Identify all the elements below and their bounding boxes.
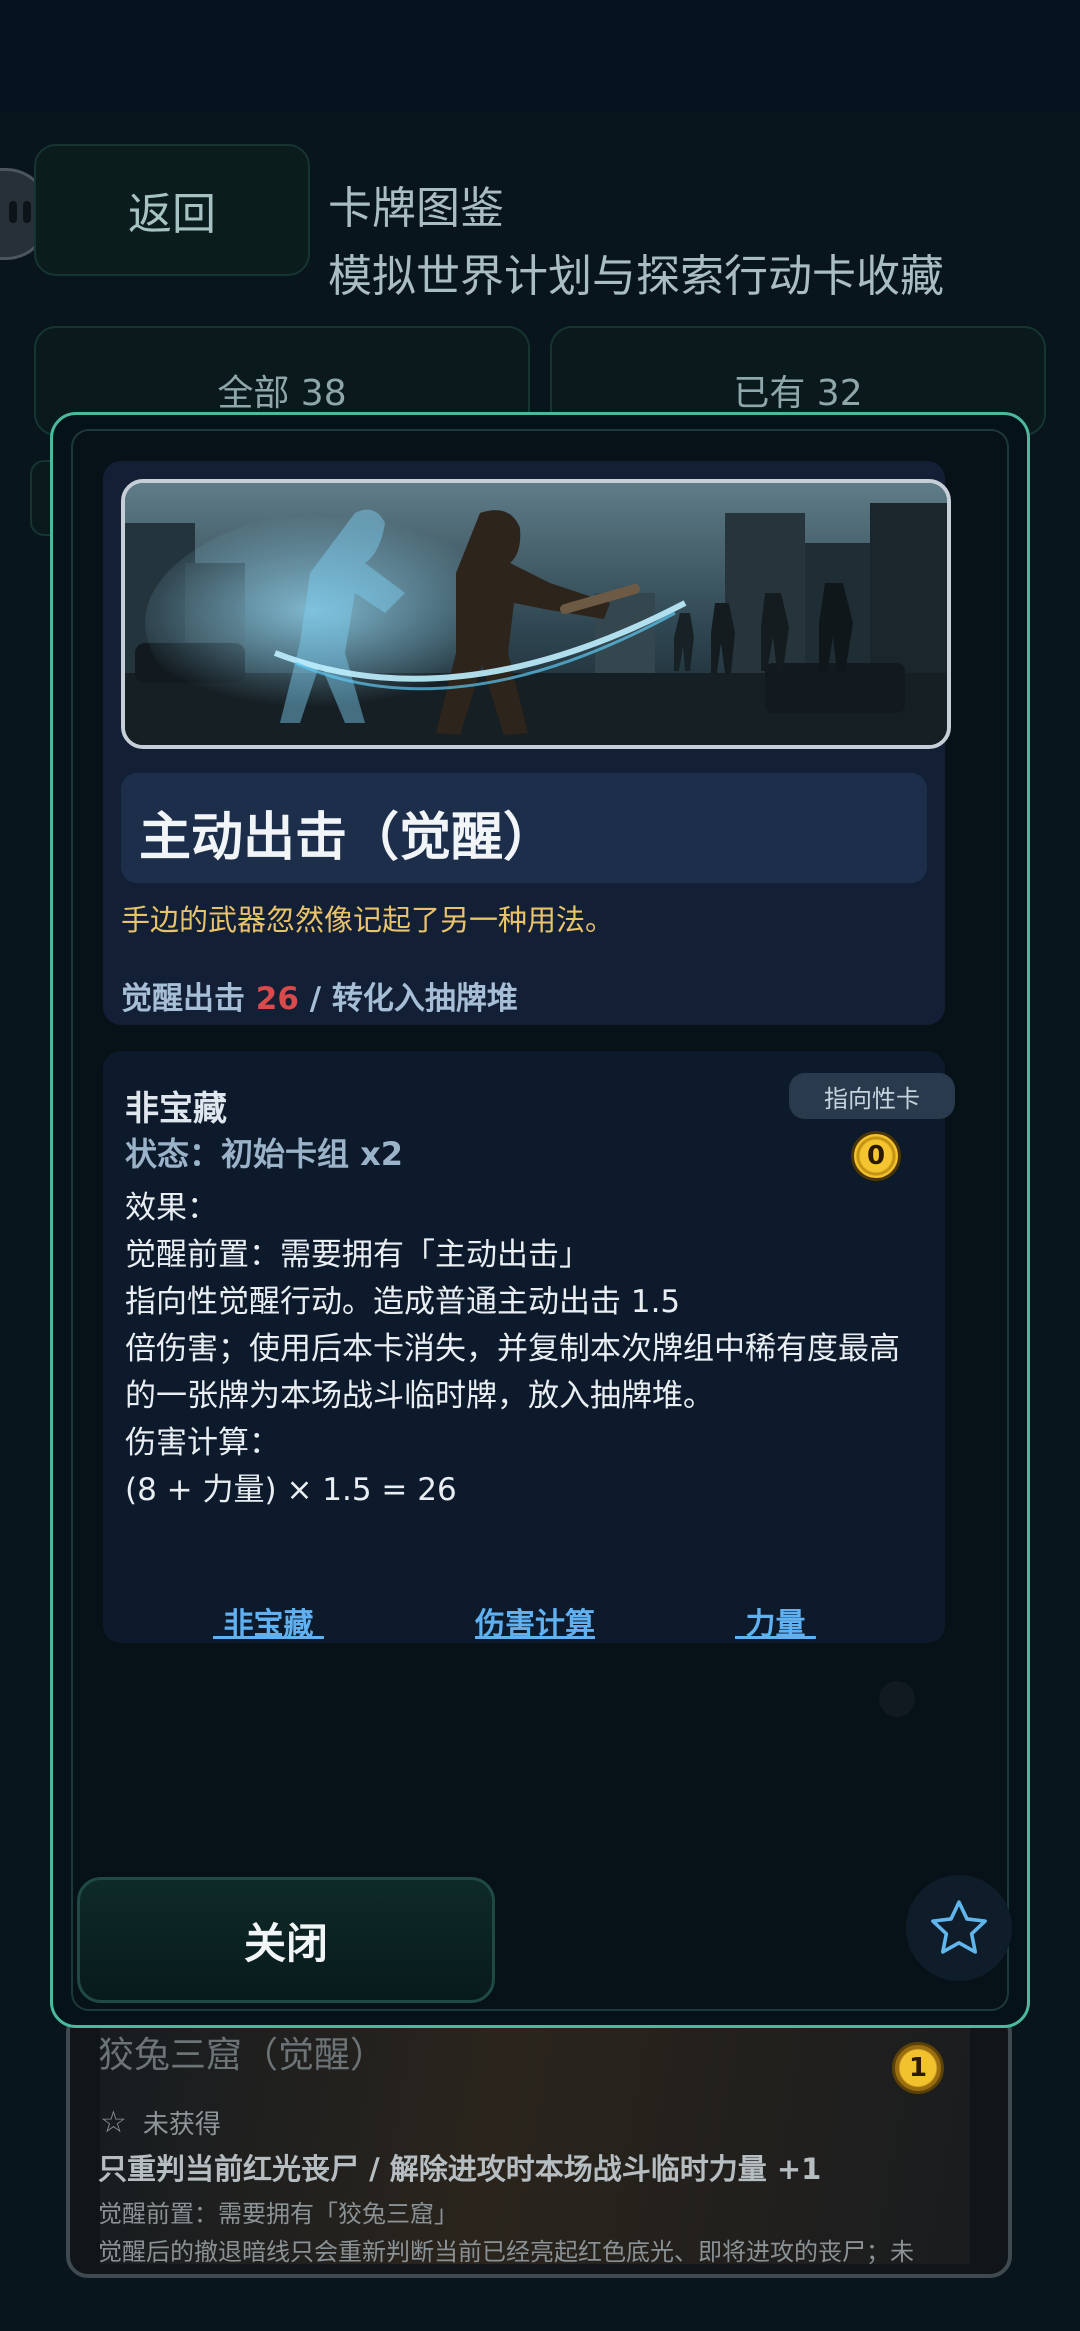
- card-name-bar: 主动出击（觉醒）: [121, 773, 927, 883]
- faded-coin: [879, 1681, 915, 1717]
- card-detail-modal: 主动出击（觉醒） 手边的武器忽然像记起了另一种用法。 觉醒出击 26 / 转化入…: [50, 412, 1030, 2028]
- card-summary: 觉醒出击 26 / 转化入抽牌堆: [121, 973, 518, 1018]
- effect-line: (8 + 力量) × 1.5 = 26: [125, 1472, 457, 1508]
- keyword-links: 非宝藏 伤害计算 力量: [103, 1599, 945, 1642]
- status-bar-area: [0, 0, 1080, 112]
- summary-suffix: / 转化入抽牌堆: [309, 981, 518, 1017]
- favorite-button[interactable]: [906, 1875, 1012, 1981]
- background-card-status: ☆ 未获得: [100, 2104, 221, 2141]
- page-subtitle: 模拟世界计划与探索行动卡收藏: [328, 251, 944, 302]
- card-name: 主动出击（觉醒）: [139, 808, 556, 868]
- card-effect-text: 效果： 觉醒前置：需要拥有「主动出击」 指向性觉醒行动。造成普通主动出击 1.5…: [125, 1185, 945, 1514]
- background-card-description: 觉醒后的撤退暗线只会重新判断当前已经亮起红色底光、即将进攻的丧尸；未: [98, 2238, 914, 2266]
- star-outline-icon: [931, 1900, 987, 1954]
- card-flavor-text: 手边的武器忽然像记起了另一种用法。: [121, 903, 615, 937]
- card-illustration: [121, 479, 951, 749]
- star-outline-icon: ☆: [100, 2105, 127, 2140]
- card-rarity: 非宝藏: [125, 1089, 227, 1129]
- background-card-status-label: 未获得: [142, 2110, 221, 2140]
- card-panel: 主动出击（觉醒） 手边的武器忽然像记起了另一种用法。 觉醒出击 26 / 转化入…: [103, 461, 951, 1025]
- background-card-effect: 只重判当前红光丧尸 / 解除进攻时本场战斗临时力量 +1: [98, 2152, 822, 2186]
- close-button[interactable]: 关闭: [77, 1877, 495, 2003]
- effect-line: 效果：: [125, 1190, 218, 1226]
- summary-damage-value: 26: [255, 981, 299, 1017]
- cost-coin-icon: 0: [851, 1131, 901, 1181]
- summary-prefix: 觉醒出击: [121, 981, 245, 1017]
- background-card-cost-coin: 1: [892, 2042, 944, 2094]
- effect-line: 的一张牌为本场战斗临时牌，放入抽牌堆。: [125, 1378, 714, 1414]
- effect-line: 伤害计算：: [125, 1425, 280, 1461]
- background-card[interactable]: 狡兔三窟（觉醒） 1 ☆ 未获得 只重判当前红光丧尸 / 解除进攻时本场战斗临时…: [66, 2010, 1012, 2278]
- card-status: 状态：初始卡组 x2: [125, 1135, 404, 1173]
- background-card-prerequisite: 觉醒前置：需要拥有「狡兔三窟」: [98, 2200, 458, 2228]
- page-title: 卡牌图鉴: [328, 183, 504, 234]
- keyword-link-damage-calc[interactable]: 伤害计算: [475, 1599, 595, 1643]
- card-type-badge: 指向性卡: [789, 1073, 955, 1119]
- effect-line: 倍伤害；使用后本卡消失，并复制本次牌组中稀有度最高: [125, 1331, 900, 1367]
- effect-line: 指向性觉醒行动。造成普通主动出击 1.5: [125, 1284, 681, 1320]
- effect-line: 觉醒前置：需要拥有「主动出击」: [125, 1237, 590, 1273]
- keyword-link-rarity[interactable]: 非宝藏: [213, 1599, 324, 1643]
- background-card-title: 狡兔三窟（觉醒）: [98, 2035, 387, 2076]
- card-info-panel: 非宝藏 状态：初始卡组 x2 指向性卡 0 效果： 觉醒前置：需要拥有「主动出击…: [103, 1051, 955, 1643]
- back-button[interactable]: 返回: [34, 144, 310, 276]
- keyword-link-strength[interactable]: 力量: [735, 1599, 816, 1643]
